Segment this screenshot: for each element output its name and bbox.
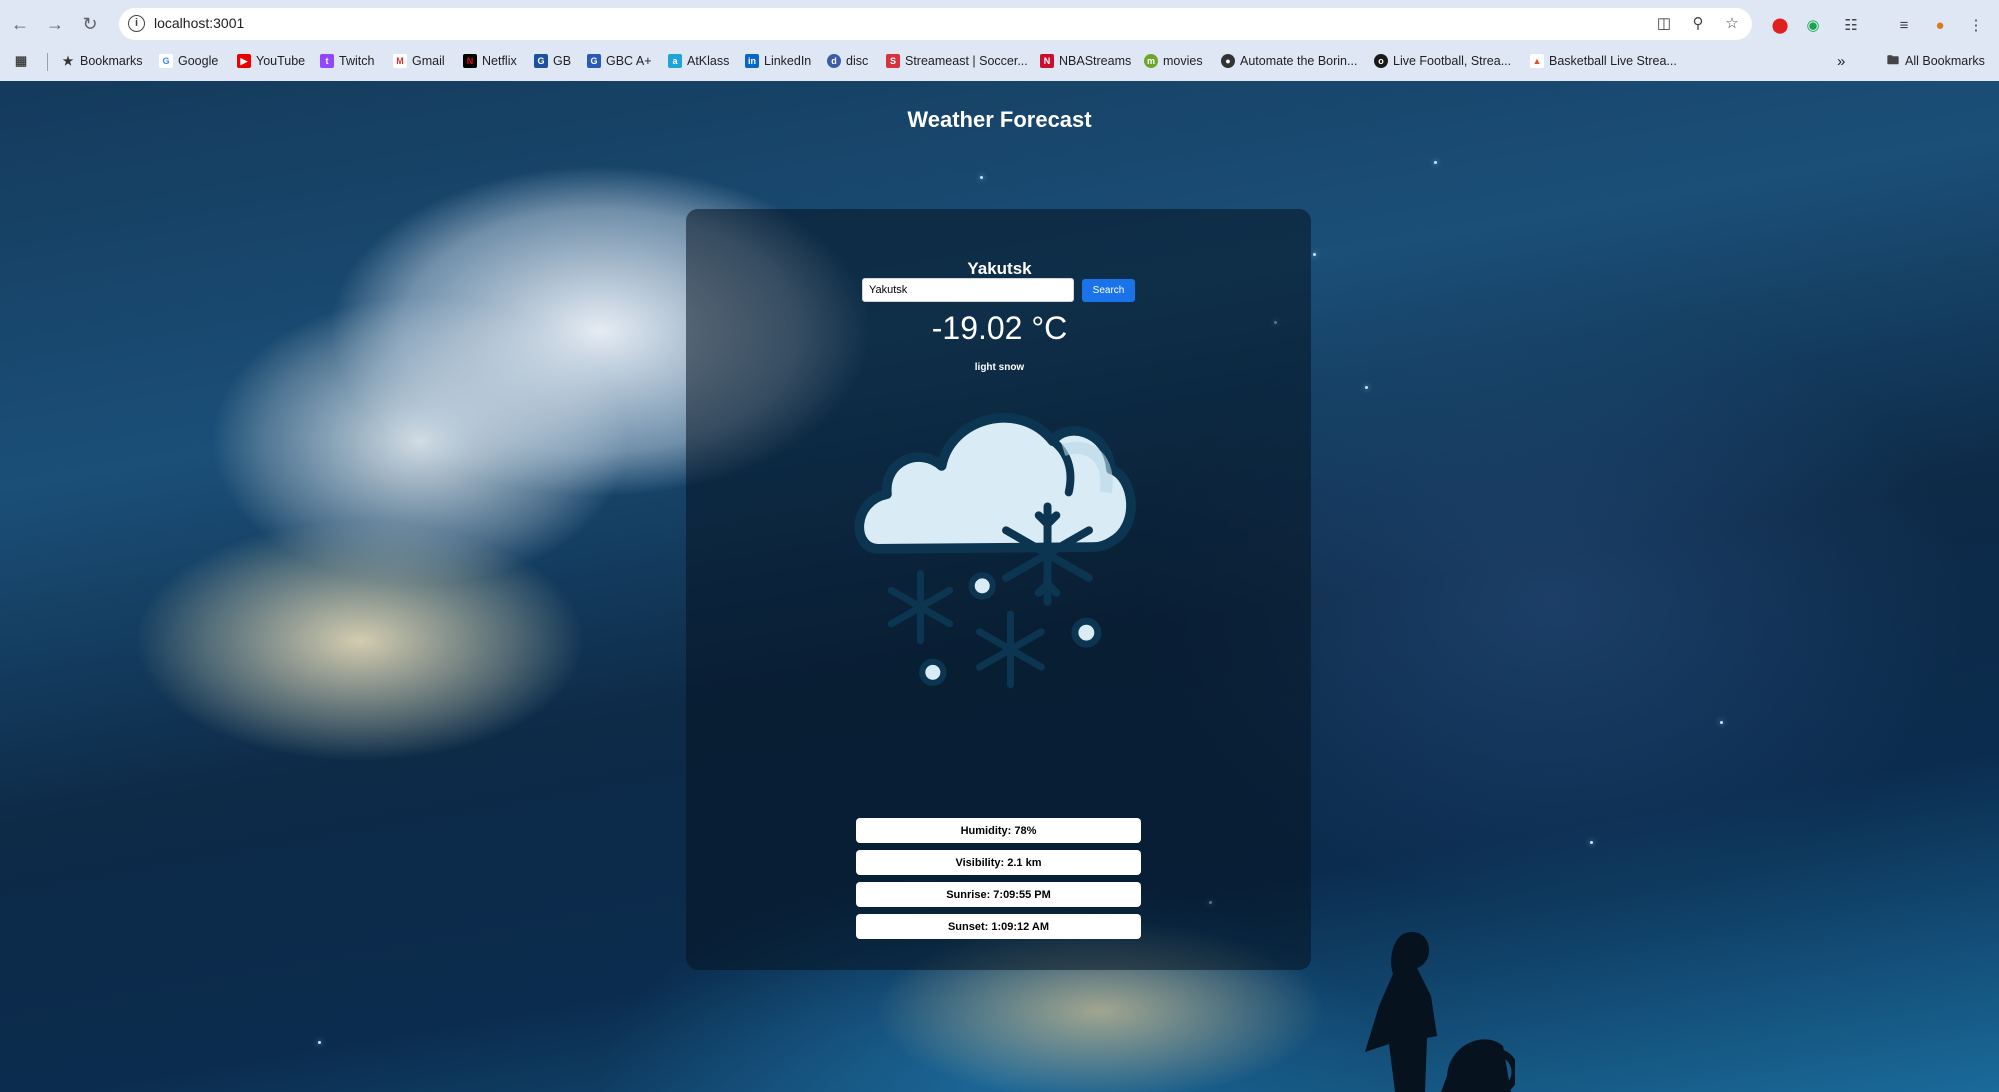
- basketball-icon: ▲: [1530, 54, 1544, 68]
- netflix-icon: N: [463, 54, 477, 68]
- bookmark-basketball[interactable]: ▲ Basketball Live Strea...: [1530, 48, 1677, 74]
- globe-icon: ●: [1221, 54, 1235, 68]
- bookmark-twitch[interactable]: t Twitch: [320, 48, 374, 74]
- bookmark-gb[interactable]: G GB: [534, 48, 571, 74]
- bookmark-disc[interactable]: d disc: [827, 48, 868, 74]
- grammarly-icon[interactable]: ◉: [1802, 14, 1824, 36]
- gbc-icon: G: [587, 54, 601, 68]
- site-info-icon[interactable]: i: [128, 15, 145, 32]
- streameast-icon: S: [886, 54, 900, 68]
- city-name: Yakutsk: [967, 259, 1032, 278]
- visibility-detail: Visibility: 2.1 km: [856, 850, 1141, 875]
- nba-icon: N: [1040, 54, 1054, 68]
- bookmark-youtube[interactable]: ▶ YouTube: [237, 48, 305, 74]
- youtube-icon: ▶: [237, 54, 251, 68]
- forecast-date: 11/28/2024: [974, 293, 1025, 304]
- address-bar[interactable]: i localhost:3001 ◫ ⚲ ☆: [119, 8, 1752, 40]
- sunrise-detail: Sunrise: 7:09:55 PM: [856, 882, 1141, 907]
- reading-list-icon[interactable]: ≡: [1893, 14, 1915, 36]
- humidity-detail: Humidity: 78%: [856, 818, 1141, 843]
- bookmark-atklass[interactable]: a AtKlass: [668, 48, 729, 74]
- all-bookmarks[interactable]: 🖿 All Bookmarks: [1886, 48, 1985, 74]
- bookmark-live-football[interactable]: o Live Football, Strea...: [1374, 48, 1511, 74]
- address-url[interactable]: localhost:3001: [154, 15, 244, 31]
- folder-icon: 🖿: [1886, 52, 1899, 67]
- forward-icon[interactable]: →: [40, 9, 70, 39]
- reload-icon[interactable]: ↻: [75, 9, 105, 39]
- snow-dot: [919, 658, 947, 687]
- disc-icon: d: [827, 54, 841, 68]
- snowflake-bottom: [976, 610, 1045, 689]
- zoom-icon[interactable]: ⚲: [1688, 13, 1708, 33]
- atklass-icon: a: [668, 54, 682, 68]
- profile-avatar[interactable]: ●: [1929, 14, 1951, 36]
- more-bookmarks-icon[interactable]: »: [1837, 48, 1845, 74]
- bookmark-star-icon[interactable]: ☆: [1722, 13, 1742, 33]
- browser-toolbar: ← → ↻ i localhost:3001 ◫ ⚲ ☆ ⬤ ◉ ☷ ≡ ● ⋮: [0, 4, 1999, 44]
- snow-dot: [968, 572, 996, 600]
- snowflake-left: [887, 570, 954, 645]
- bookmarks-divider: [47, 53, 48, 71]
- browser-chrome: ← → ↻ i localhost:3001 ◫ ⚲ ☆ ⬤ ◉ ☷ ≡ ● ⋮…: [0, 0, 1999, 81]
- bookmark-netflix[interactable]: N Netflix: [463, 48, 517, 74]
- bookmark-automate[interactable]: ● Automate the Borin...: [1221, 48, 1357, 74]
- bookmark-bookmarks[interactable]: ★ Bookmarks: [61, 48, 143, 74]
- bookmark-linkedin[interactable]: in LinkedIn: [745, 48, 811, 74]
- movies-icon: m: [1144, 54, 1158, 68]
- apps-icon[interactable]: ▦: [14, 48, 28, 74]
- star-icon: ★: [62, 54, 74, 68]
- install-app-icon[interactable]: ◫: [1654, 13, 1674, 33]
- weather-description: light snow: [974, 362, 1025, 373]
- page-title: Weather Forecast: [907, 107, 1092, 132]
- temperature: -19.02 °C: [931, 310, 1068, 346]
- bookmark-gmail[interactable]: M Gmail: [393, 48, 445, 74]
- bookmark-gbc[interactable]: G GBC A+: [587, 48, 652, 74]
- linkedin-icon: in: [745, 54, 759, 68]
- twitch-icon: t: [320, 54, 334, 68]
- cloud-snow-icon: [854, 413, 1136, 689]
- bookmarks-bar: ▦ ★ Bookmarks G Google ▶ YouTube t Twitch MG…: [0, 48, 1999, 74]
- extensions-icon[interactable]: ☷: [1840, 14, 1862, 36]
- back-icon[interactable]: ←: [5, 9, 35, 39]
- gmail-icon: M: [393, 54, 407, 68]
- silhouette-figure: [1365, 931, 1515, 1092]
- snow-dot: [1071, 617, 1102, 648]
- gb-icon: G: [534, 54, 548, 68]
- bookmark-nbastreams[interactable]: N NBAStreams: [1040, 48, 1131, 74]
- opera-icon[interactable]: ⬤: [1769, 14, 1791, 36]
- bookmark-google[interactable]: G Google: [159, 48, 218, 74]
- bookmark-streameast[interactable]: S Streameast | Soccer...: [886, 48, 1028, 74]
- bookmark-movies[interactable]: m movies: [1144, 48, 1203, 74]
- football-icon: o: [1374, 54, 1388, 68]
- google-icon: G: [159, 54, 173, 68]
- sunset-detail: Sunset: 1:09:12 AM: [856, 914, 1141, 939]
- menu-icon[interactable]: ⋮: [1965, 14, 1987, 36]
